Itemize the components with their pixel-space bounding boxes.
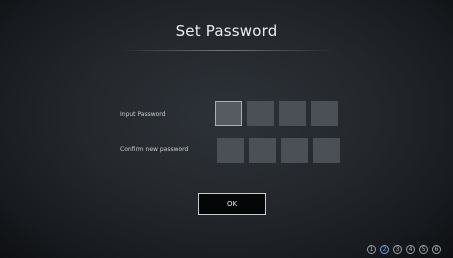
input-password-boxes [215,101,338,126]
password-digit-1[interactable] [215,101,242,126]
step-indicator: 1 2 3 4 5 6 [367,245,441,254]
confirm-digit-1[interactable] [217,138,244,163]
confirm-password-label: Confirm new password [120,146,189,153]
step-3: 3 [393,245,402,254]
password-digit-3[interactable] [279,101,306,126]
input-password-label: Input Password [120,111,166,118]
step-4: 4 [406,245,415,254]
set-password-screen: Set Password Input Password Confirm new … [0,0,453,258]
step-2-current: 2 [380,245,389,254]
confirm-digit-3[interactable] [281,138,308,163]
confirm-digit-4[interactable] [313,138,340,163]
step-5: 5 [419,245,428,254]
page-title: Set Password [175,22,278,40]
password-digit-4[interactable] [311,101,338,126]
confirm-digit-2[interactable] [249,138,276,163]
step-1: 1 [367,245,376,254]
step-6: 6 [432,245,441,254]
password-digit-2[interactable] [247,101,274,126]
confirm-password-boxes [217,138,340,163]
ok-button[interactable]: OK [198,193,266,215]
title-divider [118,50,335,51]
